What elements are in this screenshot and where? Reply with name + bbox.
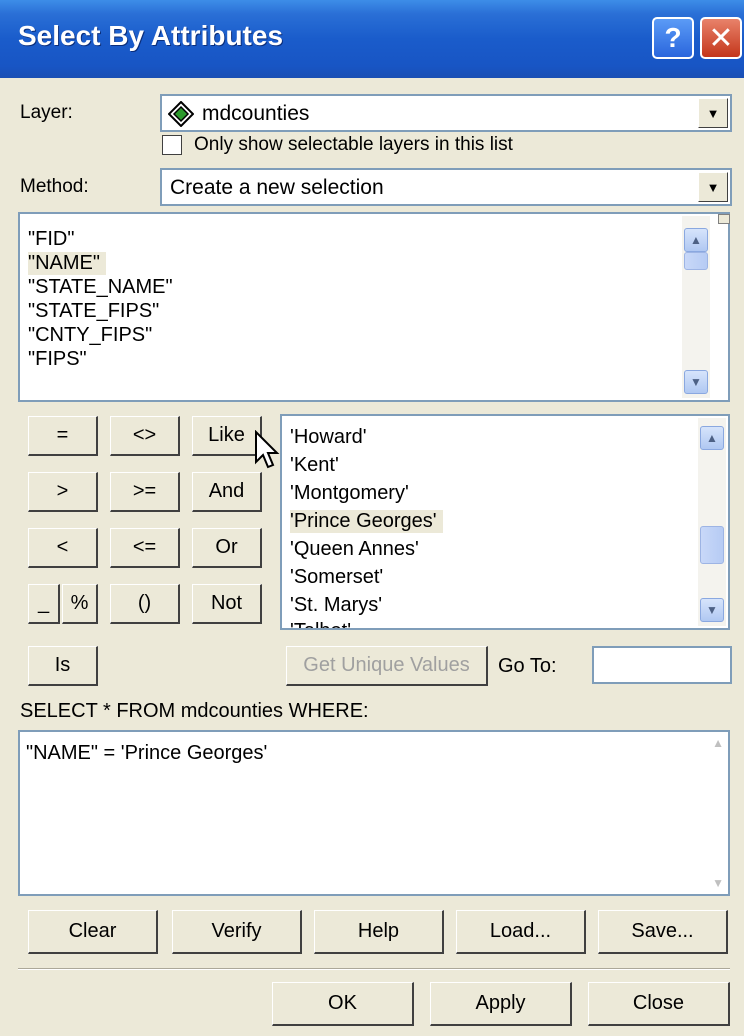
method-value: Create a new selection — [170, 176, 384, 199]
scroll-up-icon[interactable]: ▲ — [700, 426, 724, 450]
equals-button[interactable]: = — [28, 416, 98, 456]
underscore-button[interactable]: _ — [28, 584, 60, 624]
ok-button[interactable]: OK — [272, 982, 414, 1026]
expression-text: "NAME" = 'Prince Georges' — [26, 742, 268, 764]
scroll-down-icon[interactable]: ▼ — [700, 598, 724, 622]
value-item[interactable]: 'Kent' — [290, 454, 339, 477]
save-button[interactable]: Save... — [598, 910, 728, 954]
method-label: Method: — [20, 176, 89, 197]
layer-dropdown[interactable]: mdcounties ▼ — [160, 94, 732, 132]
or-button[interactable]: Or — [192, 528, 262, 568]
scroll-up-icon[interactable]: ▲ — [684, 228, 708, 252]
scroll-thumb[interactable] — [700, 526, 724, 564]
mouse-cursor-icon — [255, 430, 280, 469]
fields-scrollbar[interactable]: ▲ ▼ — [682, 216, 710, 398]
layer-label: Layer: — [20, 102, 73, 123]
not-button[interactable]: Not — [192, 584, 262, 624]
method-dropdown-arrow-icon[interactable]: ▼ — [698, 172, 728, 202]
value-item[interactable]: 'Talbot' — [290, 620, 351, 628]
scroll-thumb[interactable] — [684, 252, 708, 270]
like-button[interactable]: Like — [192, 416, 262, 456]
greater-equal-button[interactable]: >= — [110, 472, 180, 512]
goto-label: Go To: — [498, 655, 557, 677]
close-icon[interactable]: ✕ — [700, 17, 742, 59]
scroll-up-icon: ▲ — [712, 736, 724, 750]
get-unique-values-button[interactable]: Get Unique Values — [286, 646, 488, 686]
field-item[interactable]: "FIPS" — [28, 348, 87, 371]
parentheses-button[interactable]: () — [110, 584, 180, 624]
values-scrollbar[interactable]: ▲ ▼ — [698, 418, 726, 626]
window-title: Select By Attributes — [18, 20, 284, 51]
select-by-attributes-dialog: Select By Attributes ? ✕ Layer: mdcounti… — [0, 0, 744, 1036]
clear-button[interactable]: Clear — [28, 910, 158, 954]
field-item[interactable]: "STATE_FIPS" — [28, 300, 159, 323]
percent-button[interactable]: % — [62, 584, 98, 624]
close-button[interactable]: Close — [588, 982, 730, 1026]
goto-input[interactable] — [592, 646, 732, 684]
field-item[interactable]: "FID" — [28, 228, 74, 251]
layer-diamond-icon — [168, 101, 194, 127]
field-item-selected[interactable]: "NAME" — [28, 252, 106, 275]
unique-values-list[interactable]: 'Howard' 'Kent' 'Montgomery' 'Prince Geo… — [280, 414, 730, 630]
fields-list[interactable]: "FID" "NAME" "STATE_NAME" "STATE_FIPS" "… — [18, 212, 730, 402]
is-button[interactable]: Is — [28, 646, 98, 686]
only-selectable-checkbox[interactable] — [162, 135, 182, 155]
less-equal-button[interactable]: <= — [110, 528, 180, 568]
sql-prefix-label: SELECT * FROM mdcounties WHERE: — [20, 700, 369, 722]
and-button[interactable]: And — [192, 472, 262, 512]
scroll-down-icon: ▼ — [712, 876, 724, 890]
title-bar[interactable]: Select By Attributes ? ✕ — [0, 0, 744, 78]
separator — [18, 968, 730, 970]
value-item[interactable]: 'Howard' — [290, 426, 367, 449]
less-than-button[interactable]: < — [28, 528, 98, 568]
apply-button[interactable]: Apply — [430, 982, 572, 1026]
scroll-down-icon[interactable]: ▼ — [684, 370, 708, 394]
value-item[interactable]: 'Montgomery' — [290, 482, 409, 505]
help-button[interactable]: Help — [314, 910, 444, 954]
not-equals-button[interactable]: <> — [110, 416, 180, 456]
only-selectable-label: Only show selectable layers in this list — [194, 134, 513, 155]
expand-handle[interactable] — [718, 214, 730, 224]
layer-dropdown-arrow-icon[interactable]: ▼ — [698, 98, 728, 128]
value-item[interactable]: 'Somerset' — [290, 566, 383, 589]
method-dropdown[interactable]: Create a new selection ▼ — [160, 168, 732, 206]
greater-than-button[interactable]: > — [28, 472, 98, 512]
value-item-selected[interactable]: 'Prince Georges' — [290, 510, 443, 533]
help-question-icon[interactable]: ? — [652, 17, 694, 59]
value-item[interactable]: 'St. Marys' — [290, 594, 382, 617]
value-item[interactable]: 'Queen Annes' — [290, 538, 419, 561]
expression-textarea[interactable]: "NAME" = 'Prince Georges' ▲ ▼ — [18, 730, 730, 896]
field-item[interactable]: "STATE_NAME" — [28, 276, 173, 299]
verify-button[interactable]: Verify — [172, 910, 302, 954]
load-button[interactable]: Load... — [456, 910, 586, 954]
field-item[interactable]: "CNTY_FIPS" — [28, 324, 152, 347]
layer-value: mdcounties — [202, 102, 310, 125]
